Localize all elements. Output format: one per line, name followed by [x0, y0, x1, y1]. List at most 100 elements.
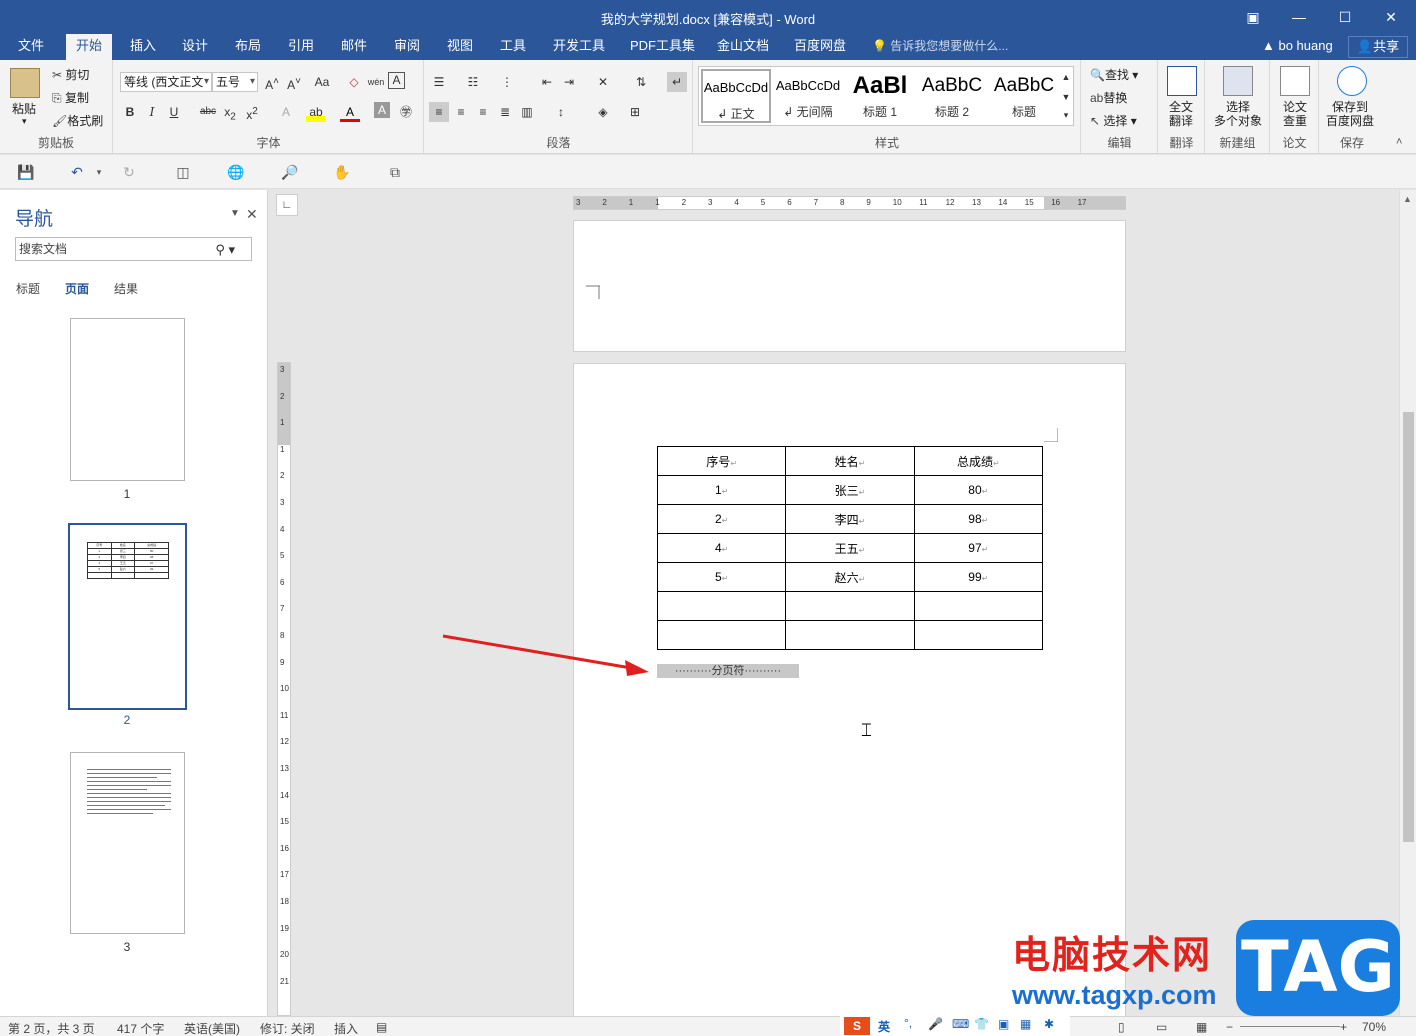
distributed-icon[interactable]: ▥	[517, 102, 537, 122]
italic-icon[interactable]: I	[142, 102, 162, 122]
nav-menu-icon[interactable]: ▼	[230, 208, 240, 219]
underline-icon[interactable]: U	[164, 102, 184, 122]
font-size-combo[interactable]: 五号	[212, 72, 258, 92]
customize-icon[interactable]: ⧉	[384, 162, 406, 182]
zoom-slider[interactable]	[1240, 1026, 1340, 1027]
align-left-icon[interactable]: ≡	[429, 102, 449, 122]
full-translate-button[interactable]: 全文 翻译	[1169, 100, 1193, 128]
bold-icon[interactable]: B	[120, 102, 140, 122]
page-break-marker[interactable]: ··········分页符··········	[657, 664, 799, 678]
document-area[interactable]: ∟ 3 2 1 1 2 3 4 5 6 7 8 9 10 11 12 13 14 15 16 17 321123456…	[269, 190, 1399, 1016]
phonetic-guide-icon[interactable]: wén	[366, 72, 386, 92]
tab-baidu-netdisk[interactable]: 百度网盘	[784, 34, 856, 60]
web-icon[interactable]: 🌐	[225, 162, 247, 182]
table-cell[interactable]: 97↵	[913, 533, 1044, 563]
page-thumbnail-2[interactable]: 序号 姓名 总成绩 1 张三 80 2 李四 98 4 王五 97 5 赵六 99	[68, 523, 187, 710]
ribbon-display-button[interactable]: ▣	[1238, 6, 1268, 28]
cut-button[interactable]: ✂ 剪切	[52, 66, 89, 83]
zoom-in-icon[interactable]: +	[1340, 1020, 1347, 1034]
multilevel-list-icon[interactable]: ⋮	[497, 72, 517, 92]
horizontal-ruler[interactable]: 3 2 1 1 2 3 4 5 6 7 8 9 10 11 12 13 14 15 16 17	[573, 196, 1126, 210]
page-1-bottom[interactable]	[573, 220, 1126, 352]
maximize-button[interactable]: ☐	[1330, 6, 1360, 28]
table-cell[interactable]	[785, 591, 915, 621]
table-header-cell[interactable]: 姓名↵	[785, 446, 915, 476]
scroll-up-icon[interactable]: ▲	[1403, 194, 1412, 204]
style-heading-1[interactable]: AaBl 标题 1	[845, 69, 915, 123]
paste-icon[interactable]	[10, 68, 40, 98]
select-multiple-objects-button[interactable]: 选择 多个对象	[1214, 100, 1262, 128]
nav-tab-results[interactable]: 结果	[114, 280, 138, 297]
page-count[interactable]: 第 2 页，共 3 页	[8, 1020, 95, 1036]
justify-icon[interactable]: ≣	[495, 102, 515, 122]
enclose-char-icon[interactable]: ㊫	[396, 102, 416, 122]
tell-me-search[interactable]: 💡 告诉我您想要做什么...	[872, 34, 1008, 58]
format-painter-button[interactable]: 🖌格式刷	[52, 112, 103, 129]
read-mode-icon[interactable]: ▯	[1118, 1020, 1125, 1034]
tab-file[interactable]: 文件	[8, 34, 54, 60]
char-border-icon[interactable]: A	[388, 72, 405, 89]
touch-mode-icon[interactable]: ✋	[331, 162, 353, 182]
score-table[interactable]: 序号↵ 姓名↵ 总成绩↵ 1↵ 张三↵ 80↵ 2↵ 李四↵ 98↵ 4↵ 王五…	[656, 446, 1044, 650]
save-icon[interactable]: 💾	[15, 162, 37, 182]
table-cell[interactable]	[656, 591, 787, 621]
table-cell[interactable]	[913, 591, 1044, 621]
sogou-icon[interactable]: S	[844, 1017, 870, 1035]
tab-design[interactable]: 设计	[172, 34, 218, 60]
print-layout-icon[interactable]: ▭	[1156, 1020, 1167, 1034]
shrink-font-icon[interactable]: A˅	[284, 72, 304, 92]
page-thumbnail-1[interactable]	[70, 318, 185, 481]
print-preview-icon[interactable]: 🔎	[279, 162, 301, 182]
clear-format-icon[interactable]: ◇	[344, 72, 364, 92]
apps-icon[interactable]: ▦	[1020, 1017, 1031, 1031]
table-cell[interactable]	[913, 620, 1044, 650]
char-shading-icon[interactable]: A	[374, 102, 390, 118]
superscript-icon[interactable]: x2	[242, 102, 262, 122]
tab-layout[interactable]: 布局	[225, 34, 271, 60]
align-right-icon[interactable]: ≡	[473, 102, 493, 122]
table-cell[interactable]: 1↵	[656, 475, 787, 505]
baidu-netdisk-icon[interactable]	[1337, 66, 1367, 96]
plagiarism-check-button[interactable]: 论文 查重	[1283, 100, 1307, 128]
table-cell[interactable]: 赵六↵	[785, 562, 915, 592]
tab-view[interactable]: 视图	[437, 34, 483, 60]
tab-review[interactable]: 审阅	[384, 34, 430, 60]
scrollbar-thumb[interactable]	[1403, 412, 1414, 842]
insert-mode-status[interactable]: 插入	[334, 1020, 358, 1036]
punctuation-icon[interactable]: °,	[904, 1016, 912, 1030]
borders-icon[interactable]: ⊞	[625, 102, 645, 122]
align-center-icon[interactable]: ≡	[451, 102, 471, 122]
table-cell[interactable]: 张三↵	[785, 475, 915, 505]
shading-icon[interactable]: ◈	[593, 102, 613, 122]
table-cell[interactable]	[656, 620, 787, 650]
page-2[interactable]: 序号↵ 姓名↵ 总成绩↵ 1↵ 张三↵ 80↵ 2↵ 李四↵ 98↵ 4↵ 王五…	[573, 363, 1126, 1016]
font-name-combo[interactable]: 等线 (西文正文	[120, 72, 212, 92]
tab-mailings[interactable]: 邮件	[331, 34, 377, 60]
paste-dropdown-icon[interactable]: ▾	[22, 116, 27, 127]
show-marks-icon[interactable]: ↵	[667, 72, 687, 92]
decrease-indent-icon[interactable]: ⇤	[537, 72, 557, 92]
settings-icon[interactable]: ✱	[1044, 1017, 1054, 1031]
replace-button[interactable]: ab替换	[1090, 89, 1127, 106]
redo-icon[interactable]: ↻	[118, 162, 140, 182]
undo-icon[interactable]: ↶	[66, 162, 88, 182]
web-layout-icon[interactable]: ▦	[1196, 1020, 1207, 1034]
sort-icon[interactable]: ⇅	[631, 72, 651, 92]
style-title[interactable]: AaBbC 标题	[989, 69, 1059, 123]
nav-tab-pages[interactable]: 页面	[65, 280, 89, 297]
save-to-netdisk-button[interactable]: 保存到 百度网盘	[1326, 100, 1374, 128]
gallery-scroll-down-icon[interactable]: ▼	[1059, 87, 1073, 107]
table-cell[interactable]: 80↵	[913, 475, 1044, 505]
tab-tools[interactable]: 工具	[490, 34, 536, 60]
zoom-level[interactable]: 70%	[1362, 1020, 1386, 1034]
zoom-out-icon[interactable]: −	[1226, 1020, 1233, 1034]
minimize-button[interactable]: —	[1284, 6, 1314, 28]
ime-language[interactable]: 英	[878, 1018, 890, 1035]
language-status[interactable]: 英语(美国)	[184, 1020, 240, 1036]
macro-record-icon[interactable]: ▤	[376, 1020, 387, 1034]
bullets-icon[interactable]: ☰	[429, 72, 449, 92]
track-changes-status[interactable]: 修订: 关闭	[260, 1020, 315, 1036]
vertical-ruler[interactable]: 3 2 1 1 2 3 4 5 6 7 8 9 10 11 12 13 14 15 16 17 18 19 20 21	[277, 362, 291, 1016]
chinese-layout-icon[interactable]: ✕	[593, 72, 613, 92]
grow-font-icon[interactable]: A˄	[262, 72, 282, 92]
